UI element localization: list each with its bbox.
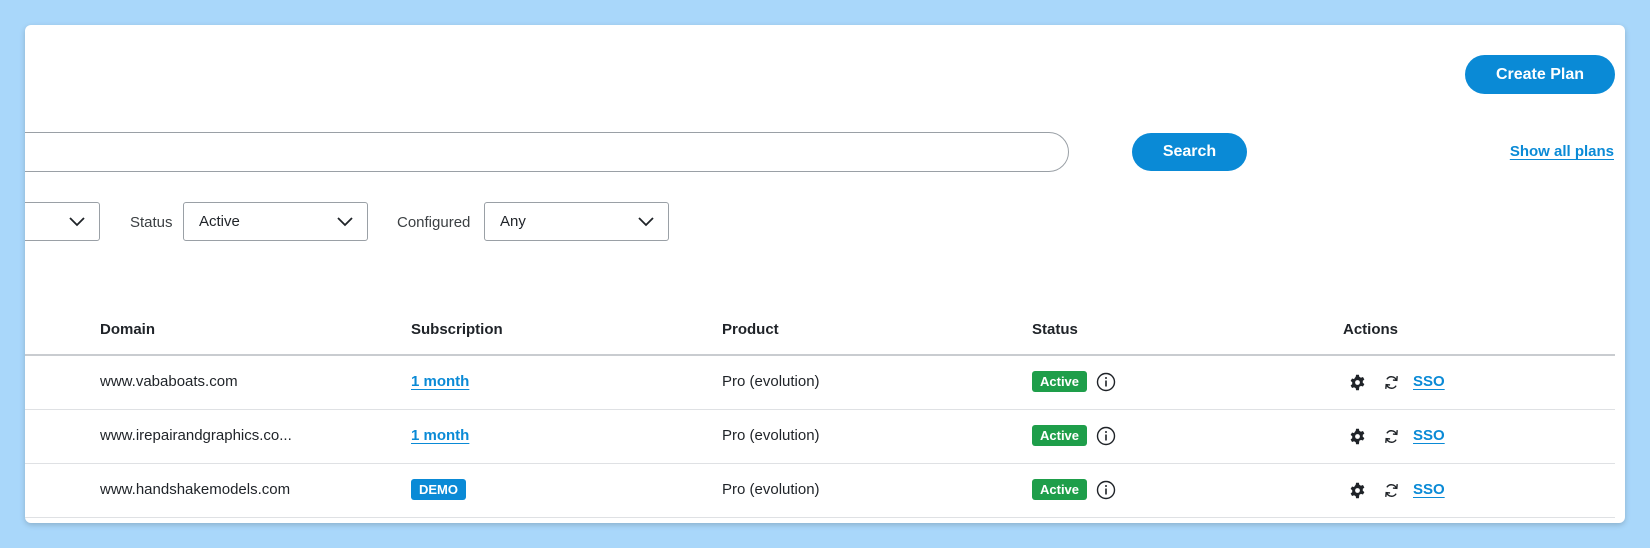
sso-link[interactable]: SSO xyxy=(1413,373,1445,390)
domain-cell: www.irepairandgraphics.co... xyxy=(100,427,292,444)
domain-column-header: Domain xyxy=(100,321,156,338)
configured-select-value: Any xyxy=(500,213,526,230)
status-badge: Active xyxy=(1032,425,1088,446)
sso-link[interactable]: SSO xyxy=(1413,481,1445,498)
info-icon[interactable] xyxy=(1096,480,1116,500)
product-cell: Pro (evolution) xyxy=(722,373,820,390)
search-input[interactable] xyxy=(25,132,1069,172)
status-badge: Active xyxy=(1032,479,1088,500)
create-plan-button[interactable]: Create Plan xyxy=(1465,55,1615,94)
plans-panel: Create Plan Search Show all plans Status… xyxy=(25,25,1625,523)
table-header: Domain Subscription Product Status Actio… xyxy=(25,305,1615,356)
status-filter-label: Status xyxy=(130,214,173,231)
subscription-link[interactable]: 1 month xyxy=(411,427,469,444)
subscription-column-header: Subscription xyxy=(411,321,503,338)
chevron-down-icon xyxy=(69,217,85,227)
table-row: www.irepairandgraphics.co... 1 month Pro… xyxy=(25,410,1615,464)
search-button[interactable]: Search xyxy=(1132,133,1247,171)
demo-badge: DEMO xyxy=(411,479,466,500)
info-icon[interactable] xyxy=(1096,372,1116,392)
status-column-header: Status xyxy=(1032,321,1078,338)
status-select-value: Active xyxy=(199,213,240,230)
gear-icon[interactable] xyxy=(1349,374,1366,391)
chevron-down-icon xyxy=(638,217,654,227)
filter-select-first[interactable] xyxy=(25,202,100,241)
actions-column-header: Actions xyxy=(1343,321,1399,338)
info-icon[interactable] xyxy=(1096,426,1116,446)
domain-cell: www.vababoats.com xyxy=(100,373,238,390)
status-badge: Active xyxy=(1032,371,1088,392)
table-row: www.handshakemodels.com DEMO Pro (evolut… xyxy=(25,464,1615,518)
sso-link[interactable]: SSO xyxy=(1413,427,1445,444)
product-cell: Pro (evolution) xyxy=(722,481,820,498)
show-all-plans-link[interactable]: Show all plans xyxy=(1510,143,1614,160)
chevron-down-icon xyxy=(337,217,353,227)
gear-icon[interactable] xyxy=(1349,428,1366,445)
refresh-icon[interactable] xyxy=(1383,428,1400,445)
product-column-header: Product xyxy=(722,321,779,338)
configured-filter-label: Configured xyxy=(397,214,471,231)
product-cell: Pro (evolution) xyxy=(722,427,820,444)
configured-select[interactable]: Any xyxy=(484,202,669,241)
domain-cell: www.handshakemodels.com xyxy=(100,481,291,498)
status-select[interactable]: Active xyxy=(183,202,368,241)
refresh-icon[interactable] xyxy=(1383,482,1400,499)
gear-icon[interactable] xyxy=(1349,482,1366,499)
table-row: www.vababoats.com 1 month Pro (evolution… xyxy=(25,356,1615,410)
subscription-link[interactable]: 1 month xyxy=(411,373,469,390)
plans-table: Domain Subscription Product Status Actio… xyxy=(25,305,1615,518)
refresh-icon[interactable] xyxy=(1383,374,1400,391)
